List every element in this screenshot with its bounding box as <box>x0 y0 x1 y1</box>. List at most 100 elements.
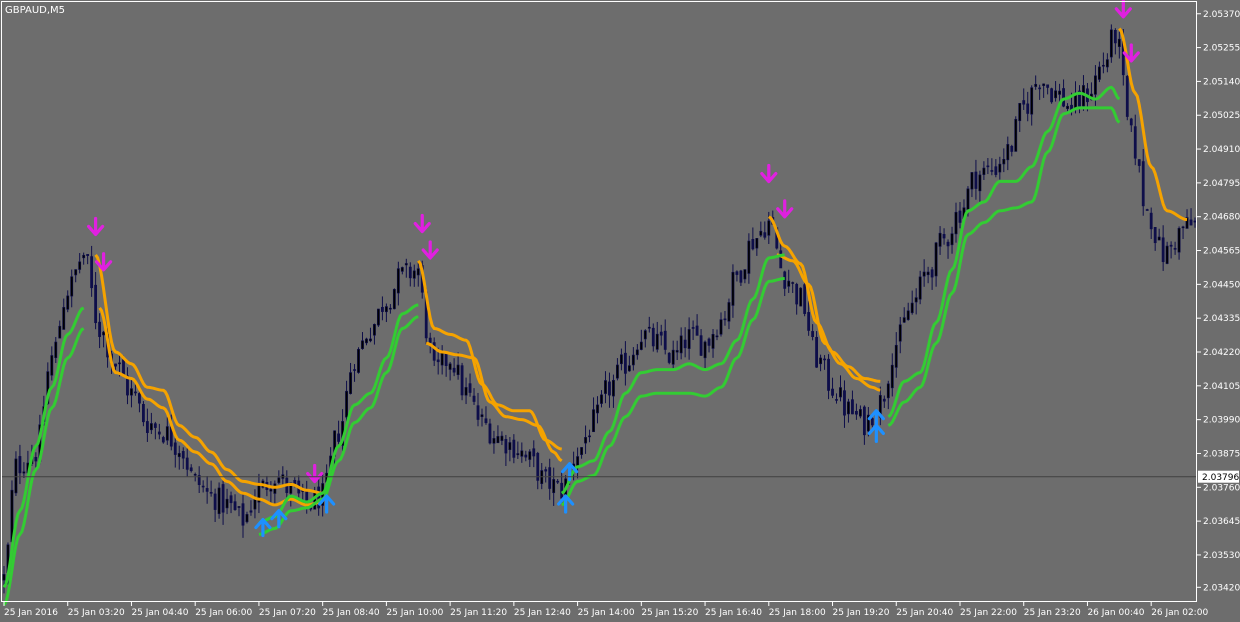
candle-body <box>118 362 121 365</box>
candle-body <box>149 423 153 431</box>
candle-body <box>1002 158 1006 165</box>
time-tick-label: 25 Jan 04:40 <box>131 608 188 618</box>
candle-body <box>592 409 595 433</box>
candle-body <box>269 489 273 492</box>
candle-body <box>365 338 368 344</box>
candle-body <box>767 220 771 236</box>
candle-body <box>635 349 639 356</box>
candle-body <box>560 482 564 499</box>
candle-body <box>1062 88 1065 107</box>
candle-body <box>671 349 675 365</box>
candle-body <box>1129 118 1133 126</box>
price-chart[interactable]: GBPAUD,M5 2.05370 2.05255 2.05140 2.05025 2.… <box>0 0 1240 622</box>
chart-window[interactable]: GBPAUD,M5 2.05370 2.05255 2.05140 2.05025 2.… <box>0 0 1240 622</box>
candle-body <box>918 276 922 300</box>
current-price-label: 2.03796 <box>1202 473 1239 483</box>
candle-body <box>707 338 711 346</box>
candle-body <box>1189 219 1193 226</box>
candle-body <box>66 295 70 310</box>
candle-body <box>787 280 791 287</box>
time-tick-label: 25 Jan 11:20 <box>450 608 507 618</box>
candle-body <box>516 453 520 456</box>
candle-body <box>416 268 420 276</box>
candle-body <box>651 327 655 347</box>
candle-body <box>1050 88 1054 103</box>
candle-body <box>1137 159 1141 166</box>
candle-body <box>647 326 651 329</box>
candle-body <box>544 469 548 472</box>
candle-body <box>249 510 253 513</box>
candle-body <box>759 230 763 236</box>
candle-body <box>373 323 376 336</box>
candle-body <box>225 498 229 509</box>
candle-body <box>691 327 695 329</box>
price-tick-label: 2.04105 <box>1203 382 1240 392</box>
candle-body <box>102 331 105 336</box>
candle-body <box>396 268 400 294</box>
time-tick-label: 25 Jan 08:40 <box>323 608 380 618</box>
time-tick-label: 25 Jan 20:40 <box>896 608 953 618</box>
current-price-badge: 2.03796 <box>1198 470 1239 483</box>
candle-body <box>548 467 552 489</box>
candle-body <box>440 352 444 366</box>
candle-body <box>436 359 440 363</box>
candle-body <box>384 306 388 313</box>
candle-body <box>189 467 193 472</box>
candle-body <box>361 340 364 349</box>
candle-body <box>1141 161 1145 207</box>
candle-body <box>882 398 886 402</box>
candle-body <box>914 297 918 303</box>
candle-body <box>1105 59 1109 68</box>
candle-body <box>803 284 807 314</box>
candle-body <box>612 379 615 397</box>
candle-body <box>643 330 647 340</box>
candle-body <box>245 514 249 523</box>
candle <box>392 288 396 310</box>
candle-body <box>480 414 484 418</box>
candle-body <box>667 352 671 363</box>
candle-body <box>631 354 635 366</box>
candle-body <box>823 358 826 361</box>
candle-body <box>233 501 237 510</box>
time-tick-label: 25 Jan 16:40 <box>705 608 762 618</box>
candle-body <box>532 448 536 457</box>
candle-body <box>153 423 157 428</box>
candle-body <box>727 302 731 322</box>
candle-body <box>345 390 348 418</box>
price-tick-label: 2.03420 <box>1203 583 1240 593</box>
candle-body <box>755 238 759 249</box>
candle-body <box>926 271 930 276</box>
candle-body <box>1101 64 1105 67</box>
candle-body <box>751 239 755 250</box>
candle-body <box>902 317 906 323</box>
candle-body <box>508 442 512 450</box>
candle-body <box>922 271 926 277</box>
symbol-label: GBPAUD,M5 <box>5 5 65 16</box>
candle-body <box>986 165 990 168</box>
candle-body <box>209 491 213 494</box>
candle-body <box>1133 126 1137 159</box>
time-tick-label: 25 Jan 18:00 <box>769 608 826 618</box>
candle-body <box>855 410 858 415</box>
candle-body <box>50 355 54 376</box>
candle-body <box>616 364 619 379</box>
candle-body <box>747 240 751 274</box>
candle <box>1125 75 1129 121</box>
candle-body <box>165 426 169 441</box>
time-tick-label: 25 Jan 10:00 <box>386 608 443 618</box>
price-tick-label: 2.04565 <box>1203 247 1240 257</box>
candle-body <box>930 269 934 278</box>
candle-body <box>600 394 603 404</box>
candle-body <box>185 457 189 470</box>
candle <box>357 347 360 374</box>
candle-body <box>731 271 735 306</box>
candle <box>460 362 464 401</box>
candle-body <box>795 283 799 305</box>
candle-body <box>353 369 356 371</box>
candle-body <box>82 254 86 259</box>
candle-body <box>173 442 177 455</box>
candle <box>217 482 221 519</box>
candle-body <box>2 574 6 581</box>
time-tick-label: 25 Jan 15:20 <box>641 608 698 618</box>
price-tick-label: 2.03990 <box>1203 416 1240 426</box>
